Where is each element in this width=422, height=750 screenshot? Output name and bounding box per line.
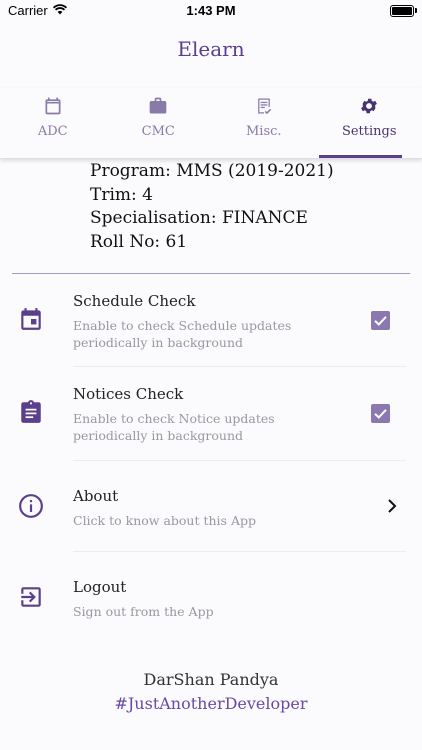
battery-nub (415, 8, 417, 13)
tab-label: ADC (37, 124, 68, 139)
schedule-check-row[interactable]: Schedule Check Enable to check Schedule … (0, 274, 422, 367)
tab-label: Misc. (245, 124, 282, 139)
chevron-right-icon (388, 499, 397, 513)
setting-subtitle: Enable to check Notice updates periodica… (73, 411, 275, 443)
setting-title: About (73, 487, 119, 505)
gear-icon (361, 98, 378, 114)
calendar-icon (45, 97, 61, 115)
status-bar: Carrier 1:43 PM (0, 0, 422, 22)
notices-check-checkbox[interactable] (371, 404, 390, 423)
tab-settings[interactable]: Settings (317, 88, 422, 158)
clipboard-icon (21, 400, 41, 423)
logout-icon (21, 587, 41, 607)
setting-subtitle: Click to know about this App (73, 513, 256, 528)
schedule-check-checkbox[interactable] (371, 311, 390, 330)
developer-tag: #JustAnotherDeveloper (114, 694, 308, 713)
calendar-icon (21, 308, 41, 330)
tab-label: Settings (341, 124, 397, 139)
developer-name: DarShan Pandya (143, 670, 279, 689)
tab-bar: ADC CMC Misc. Settings (0, 88, 422, 159)
setting-title: Logout (73, 578, 127, 596)
logout-row[interactable]: Logout Sign out from the App (0, 552, 422, 644)
roll-number-text: Roll No: 61 (90, 231, 188, 252)
tab-misc[interactable]: Misc. (211, 88, 317, 158)
setting-subtitle: Enable to check Schedule updates periodi… (73, 318, 292, 350)
tab-label: CMC (141, 124, 175, 139)
briefcase-icon (149, 97, 167, 114)
setting-title: Schedule Check (73, 292, 196, 310)
profile-info: Program: MMS (2019-2021) Trim: 4 Special… (90, 160, 334, 254)
checkmark-icon (374, 316, 387, 326)
tab-cmc[interactable]: CMC (106, 88, 212, 158)
setting-subtitle: Sign out from the App (73, 604, 214, 619)
program-text: Program: MMS (2019-2021) (90, 161, 334, 181)
about-row[interactable]: About Click to know about this App (0, 461, 422, 552)
clock: 1:43 PM (186, 3, 236, 18)
trim-text: Trim: 4 (90, 184, 153, 205)
info-icon (19, 494, 43, 518)
checkmark-icon (374, 409, 387, 419)
tab-adc[interactable]: ADC (0, 88, 106, 158)
notices-check-row[interactable]: Notices Check Enable to check Notice upd… (0, 367, 422, 461)
setting-title: Notices Check (73, 385, 184, 403)
checklist-icon (257, 98, 271, 115)
battery-icon (390, 5, 414, 17)
app-title: Elearn (177, 37, 245, 61)
specialisation-text: Specialisation: FINANCE (90, 208, 308, 228)
